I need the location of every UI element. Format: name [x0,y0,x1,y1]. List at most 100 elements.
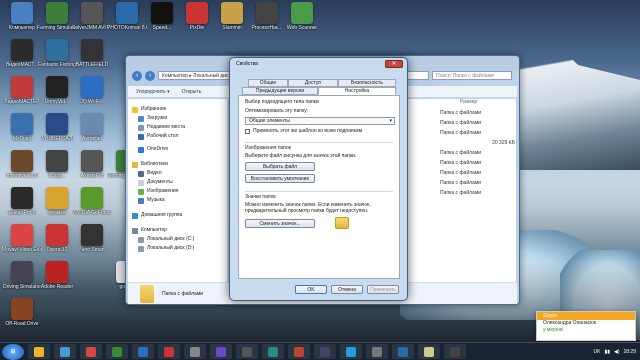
tab-sharing[interactable]: Доступ [288,79,338,87]
nav-music[interactable]: Музыка [128,196,227,205]
checkbox[interactable] [245,128,250,134]
tab-customize[interactable]: Настройка [318,87,396,95]
desktop-shortcut[interactable]: Movavi Video Edit [2,224,42,266]
desktop-shortcut[interactable]: BATTLEFIELD [72,39,112,81]
apply-subfolders-checkbox[interactable]: Применять этот же шаблон ко всем подпапк… [245,128,393,134]
taskbar-app-button[interactable] [392,344,414,359]
change-icon-button[interactable]: Сменить значок... [245,218,315,228]
nav-downloads[interactable]: Загрузки [128,114,227,123]
volume-icon[interactable]: ◀) [614,349,620,355]
language-indicator[interactable]: UK [594,349,601,355]
desktop-shortcut[interactable]: ProcessHac... [247,2,287,44]
app-icon [268,346,278,357]
clock[interactable]: 18:29 [623,349,636,355]
organize-button[interactable]: Упорядочить ▾ [136,89,170,95]
ok-button[interactable]: OK [295,285,327,294]
table-row[interactable]: Папка с файлами [440,170,515,176]
desktop-shortcut[interactable]: Opera 12 [37,224,77,266]
tab-security[interactable]: Безопасность [338,79,396,87]
table-row[interactable]: Папка с файлами [440,160,515,166]
desktop-shortcut[interactable]: AxesisPro [72,150,112,192]
taskbar-app-button[interactable] [158,344,180,359]
nav-onedrive[interactable]: OneDrive [128,145,227,154]
taskbar-app-button[interactable] [184,344,206,359]
taskbar-app-button[interactable] [132,344,154,359]
desktop-shortcut[interactable]: Aeroplan [72,113,112,155]
desktop-shortcut[interactable]: Speed... [142,2,182,44]
desktop-shortcut[interactable]: iCopy... [37,150,77,192]
table-row[interactable]: Папка с файлами [440,190,515,196]
taskbar-app-button[interactable] [288,344,310,359]
desktop-shortcut[interactable]: Farming Simulator [37,2,77,44]
nav-video[interactable]: Видео [128,169,227,178]
back-arrow-icon[interactable]: ‹ [132,70,142,81]
nav-homegroup[interactable]: Домашняя группа [128,211,227,220]
desktop-shortcut[interactable]: Slammin [212,2,252,44]
skype-notification[interactable]: Skype Олександра Опанасюк у мережі [536,311,636,341]
nav-drive-d[interactable]: Локальный диск (D:) [128,244,227,253]
desktop-shortcut[interactable]: Adobe Reader [37,261,77,303]
nav-documents[interactable]: Документы [128,178,227,187]
table-row[interactable]: Папка с файлами [440,110,515,116]
taskbar-app-button[interactable] [418,344,440,359]
desktop-shortcut[interactable]: Компьютер [2,2,42,44]
nav-pictures[interactable]: Изображения [128,187,227,196]
column-header-size[interactable]: Размер [460,99,640,105]
desktop-shortcut[interactable]: MyDiary [2,113,42,155]
taskbar-app-button[interactable] [54,344,76,359]
folder-type-select[interactable]: Общие элементы ▾ [245,117,395,125]
start-button[interactable]: ⊞ [2,343,24,360]
desktop-shortcut[interactable]: Nero Smart [72,224,112,266]
desktop-shortcut[interactable]: Web Scanner [282,2,322,44]
desktop-shortcut[interactable]: JQ Wi-Fi... [72,76,112,118]
desktop-shortcut[interactable]: Guitar Pro 6 [2,187,42,229]
network-icon[interactable]: ▮▮ [604,349,610,355]
desktop-shortcut[interactable]: PHOTOKoman 8.0 LE [107,2,147,44]
desktop-shortcut[interactable]: PixDie [177,2,217,44]
restore-default-button[interactable]: Восстановить умолчание [245,174,315,183]
nav-libraries[interactable]: Библиотеки [128,160,227,169]
desktop-shortcut[interactable]: SolverJMM AVI Trim [72,2,112,44]
nav-recent-places[interactable]: Недавние места [128,123,227,132]
tab-general[interactable]: Общие [248,79,288,87]
apply-button[interactable]: Применить [367,285,399,294]
desktop-shortcut[interactable]: Driving Simulator [2,261,42,303]
table-row[interactable]: Папка с файлами [440,180,515,186]
nav-drive-c[interactable]: Локальный диск (C:) [128,235,227,244]
desktop-shortcut[interactable]: ВидеоМАСТЕР [2,76,42,118]
nav-computer[interactable]: Компьютер [128,226,227,235]
table-row[interactable]: 20 329 КБ [440,140,515,146]
taskbar-app-button[interactable] [366,344,388,359]
open-button[interactable]: Открыть [182,89,202,95]
desktop-shortcut[interactable]: Incentives 2.0 [2,150,42,192]
nav-favorites[interactable]: Избранное [128,105,227,114]
taskbar-app-button[interactable] [106,344,128,359]
close-icon[interactable]: ✕ [385,60,403,68]
properties-dialog[interactable]: Свойства ✕ Общие Доступ Безопасность Пре… [229,57,408,301]
taskbar-app-button[interactable] [236,344,258,359]
desktop-shortcut[interactable]: UnmyVid... [37,76,77,118]
search-input[interactable]: Поиск: Папка с файлами [432,71,512,80]
desktop-shortcut[interactable]: NVIDIA GeForce [72,187,112,229]
table-row[interactable]: Папка с файлами [440,150,515,156]
table-row[interactable]: Папка с файлами [440,130,515,136]
taskbar-app-button[interactable] [28,344,50,359]
taskbar-app-button[interactable] [210,344,232,359]
taskbar-app-button[interactable] [444,344,466,359]
choose-file-button[interactable]: Выбрать файл [245,162,315,171]
desktop-shortcut-label: Opera 12 [46,247,68,253]
desktop-shortcut[interactable]: Off-Road Drive [2,298,42,340]
tab-previous-versions[interactable]: Предыдущие версии [242,87,318,95]
forward-arrow-icon[interactable]: › [145,70,155,81]
desktop-shortcut[interactable]: Fantastic Fishing [37,39,77,81]
taskbar-app-button[interactable] [314,344,336,359]
cancel-button[interactable]: Отмена [331,285,363,294]
taskbar-app-button[interactable] [80,344,102,359]
taskbar-app-button[interactable] [262,344,284,359]
desktop-shortcut[interactable]: ВидеоМАСТ... [2,39,42,81]
nav-desktop[interactable]: Рабочий стол [128,132,227,141]
desktop-shortcut[interactable]: музыка [37,187,77,229]
table-row[interactable]: Папка с файлами [440,120,515,126]
desktop-shortcut[interactable]: УНИВЕРСАЛ [37,113,77,155]
taskbar-app-button[interactable] [340,344,362,359]
